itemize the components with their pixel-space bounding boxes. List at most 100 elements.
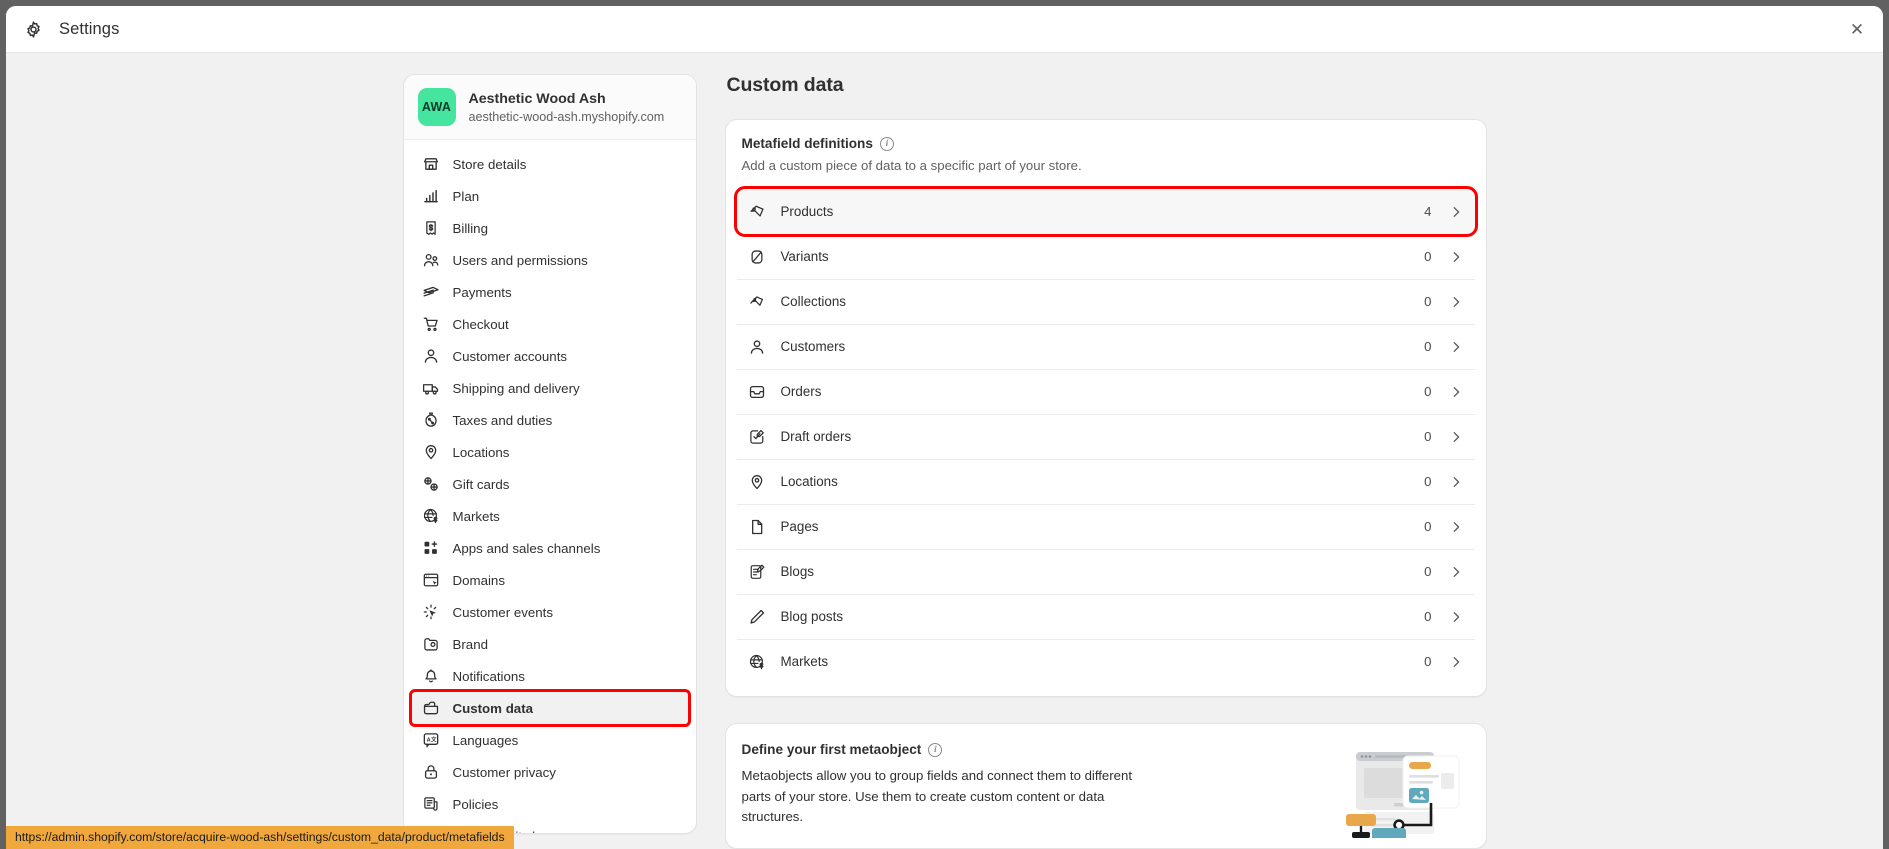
metafield-row-variants[interactable]: Variants0 xyxy=(737,234,1475,279)
sidebar-item-apps-and-sales-channels[interactable]: Apps and sales channels xyxy=(412,532,688,564)
globe-dollar-icon xyxy=(748,652,767,671)
bell-icon xyxy=(422,667,440,685)
order-inbox-icon xyxy=(748,382,767,401)
window-title: Settings xyxy=(59,20,119,39)
store-header[interactable]: AWA Aesthetic Wood Ash aesthetic-wood-as… xyxy=(404,75,696,140)
sidebar-item-customer-events[interactable]: Customer events xyxy=(412,596,688,628)
sidebar-item-label: Languages xyxy=(453,733,519,748)
sidebar-item-label: Apps and sales channels xyxy=(453,541,601,556)
custom-data-icon xyxy=(422,699,440,717)
metafield-row-count: 0 xyxy=(1424,609,1431,624)
metafield-row-count: 0 xyxy=(1424,249,1431,264)
draft-order-icon xyxy=(748,427,767,446)
sidebar-item-users-and-permissions[interactable]: Users and permissions xyxy=(412,244,688,276)
metaobject-card: Define your first metaobject i Metaobjec… xyxy=(725,723,1487,849)
sidebar-item-languages[interactable]: A文 Languages xyxy=(412,724,688,756)
sidebar-item-policies[interactable]: Policies xyxy=(412,788,688,820)
page-icon xyxy=(748,517,767,536)
metafield-row-pages[interactable]: Pages0 xyxy=(737,504,1475,549)
gift-card-icon xyxy=(422,475,440,493)
sidebar-item-notifications[interactable]: Notifications xyxy=(412,660,688,692)
sidebar-item-label: Locations xyxy=(453,445,510,460)
svg-text:文: 文 xyxy=(431,735,437,743)
sidebar-item-billing[interactable]: Billing xyxy=(412,212,688,244)
blog-icon xyxy=(748,562,767,581)
metafield-row-blog-posts[interactable]: Blog posts0 xyxy=(737,594,1475,639)
metafield-row-label: Orders xyxy=(781,384,1425,399)
gear-icon xyxy=(24,20,43,39)
domain-window-icon xyxy=(422,571,440,589)
info-icon[interactable]: i xyxy=(880,137,894,151)
metafield-row-label: Draft orders xyxy=(781,429,1425,444)
sidebar-nav: Store detailsPlan Billing Users and permis… xyxy=(404,140,696,834)
metafield-row-count: 0 xyxy=(1424,429,1431,444)
metafield-definitions-title: Metafield definitions i xyxy=(742,136,1470,151)
info-icon[interactable]: i xyxy=(928,743,942,757)
settings-sidebar: AWA Aesthetic Wood Ash aesthetic-wood-as… xyxy=(403,74,697,834)
sidebar-item-label: Taxes and duties xyxy=(453,413,553,428)
chevron-right-icon xyxy=(1448,519,1464,535)
metafield-row-label: Pages xyxy=(781,519,1425,534)
sidebar-item-store-details[interactable]: Store details xyxy=(412,148,688,180)
metafield-row-blogs[interactable]: Blogs0 xyxy=(737,549,1475,594)
sidebar-item-label: Brand xyxy=(453,637,488,652)
sidebar-item-custom-data[interactable]: Custom data xyxy=(412,692,688,724)
main-content: Custom data Metafield definitions i Add … xyxy=(725,74,1487,849)
lock-icon xyxy=(422,763,440,781)
sidebar-item-shipping-and-delivery[interactable]: Shipping and delivery xyxy=(412,372,688,404)
metafield-row-markets[interactable]: Markets0 xyxy=(737,639,1475,684)
chevron-right-icon xyxy=(1448,204,1464,220)
chevron-right-icon xyxy=(1448,249,1464,265)
metafield-row-count: 0 xyxy=(1424,384,1431,399)
policies-icon xyxy=(422,795,440,813)
chevron-right-icon xyxy=(1448,429,1464,445)
metafield-row-customers[interactable]: Customers0 xyxy=(737,324,1475,369)
avatar: AWA xyxy=(418,88,456,126)
tag-icon xyxy=(748,202,767,221)
chevron-right-icon xyxy=(1448,609,1464,625)
metafield-row-label: Blog posts xyxy=(781,609,1425,624)
sidebar-item-customer-privacy[interactable]: Customer privacy xyxy=(412,756,688,788)
map-pin-icon xyxy=(748,472,767,491)
delivery-truck-icon xyxy=(422,379,440,397)
sidebar-item-markets[interactable]: Markets xyxy=(412,500,688,532)
page-title: Custom data xyxy=(727,74,1487,97)
sidebar-item-label: Customer accounts xyxy=(453,349,568,364)
metafield-row-label: Variants xyxy=(781,249,1425,264)
metafield-row-draft-orders[interactable]: Draft orders0 xyxy=(737,414,1475,459)
chevron-right-icon xyxy=(1448,564,1464,580)
metafield-row-locations[interactable]: Locations0 xyxy=(737,459,1475,504)
settings-window: Settings ✕ AWA Aesthetic Wood Ash aesthe… xyxy=(6,6,1883,849)
sidebar-item-plan[interactable]: Plan xyxy=(412,180,688,212)
store-name: Aesthetic Wood Ash xyxy=(469,90,665,108)
users-icon xyxy=(422,251,440,269)
metafield-row-collections[interactable]: Collections0 xyxy=(737,279,1475,324)
sidebar-item-gift-cards[interactable]: Gift cards xyxy=(412,468,688,500)
sidebar-item-label: Checkout xyxy=(453,317,509,332)
sidebar-item-locations[interactable]: Locations xyxy=(412,436,688,468)
metaobject-title: Define your first metaobject i xyxy=(742,742,1320,757)
credit-cards-icon xyxy=(422,283,440,301)
close-icon[interactable]: ✕ xyxy=(1844,16,1870,42)
metafield-row-count: 0 xyxy=(1424,339,1431,354)
metaobject-illustration xyxy=(1342,742,1470,838)
sidebar-item-label: Custom data xyxy=(453,701,534,716)
sidebar-item-label: Billing xyxy=(453,221,488,236)
metafield-row-label: Collections xyxy=(781,294,1425,309)
sidebar-item-domains[interactable]: Domains xyxy=(412,564,688,596)
sidebar-item-payments[interactable]: Payments xyxy=(412,276,688,308)
metafield-row-count: 0 xyxy=(1424,654,1431,669)
metafield-row-label: Customers xyxy=(781,339,1425,354)
pencil-icon xyxy=(748,607,767,626)
metafield-row-orders[interactable]: Orders0 xyxy=(737,369,1475,414)
sidebar-item-brand[interactable]: Brand xyxy=(412,628,688,660)
chevron-right-icon xyxy=(1448,339,1464,355)
sidebar-item-taxes-and-duties[interactable]: Taxes and duties xyxy=(412,404,688,436)
sidebar-item-label: Markets xyxy=(453,509,500,524)
sidebar-item-customer-accounts[interactable]: Customer accounts xyxy=(412,340,688,372)
translate-icon: A文 xyxy=(422,731,440,749)
variant-icon xyxy=(748,247,767,266)
metafield-row-products[interactable]: Products4 xyxy=(737,189,1475,234)
shopping-cart-icon xyxy=(422,315,440,333)
sidebar-item-checkout[interactable]: Checkout xyxy=(412,308,688,340)
